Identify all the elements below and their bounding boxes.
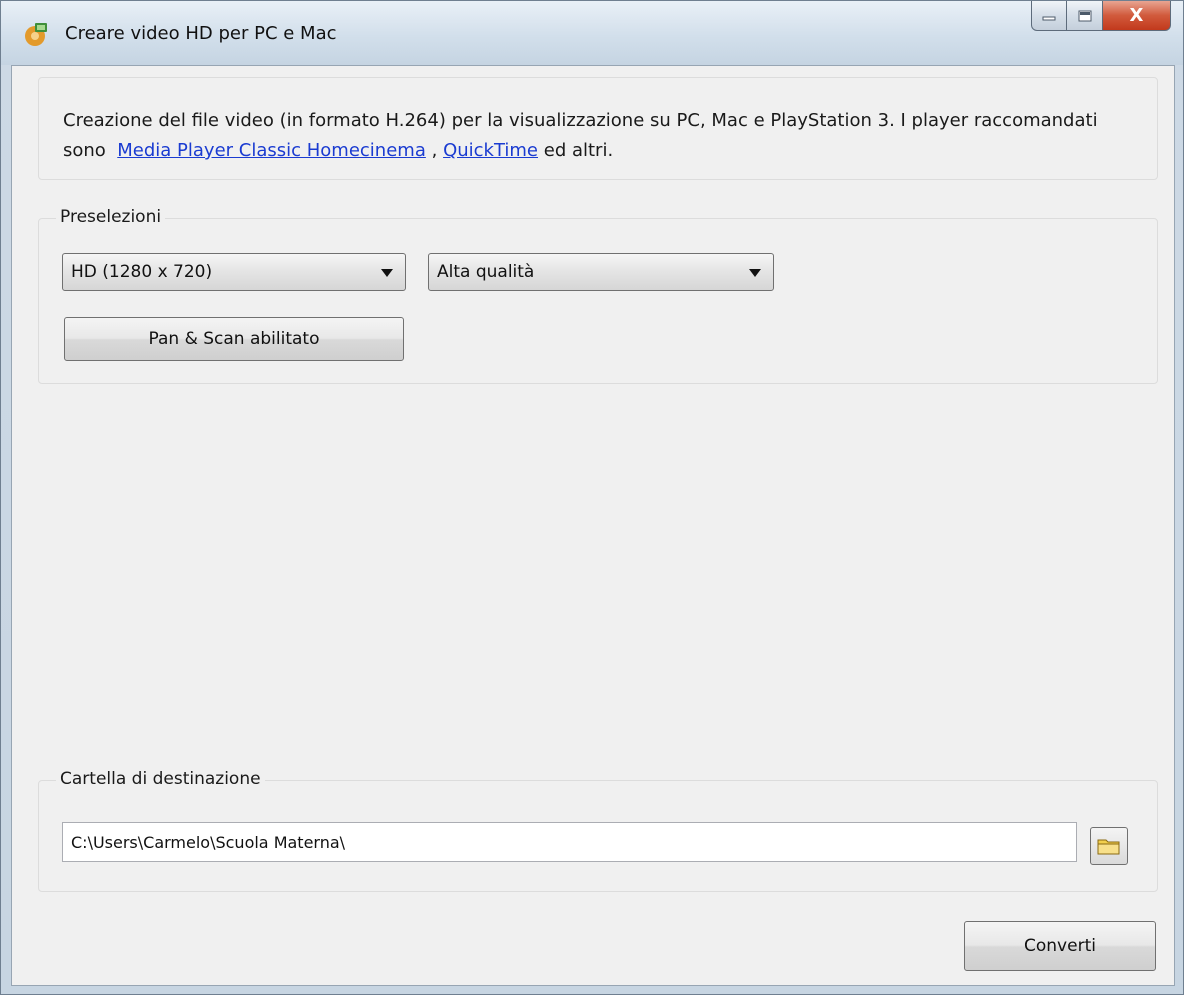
destination-group-label: Cartella di destinazione bbox=[56, 769, 265, 789]
description-separator: , bbox=[431, 140, 438, 161]
maximize-button[interactable] bbox=[1067, 1, 1103, 31]
resolution-select[interactable]: HD (1280 x 720) bbox=[62, 253, 406, 291]
convert-button[interactable]: Converti bbox=[964, 921, 1156, 971]
description-panel: Creazione del file video (in formato H.2… bbox=[38, 77, 1158, 180]
minimize-icon bbox=[1042, 16, 1056, 20]
app-icon bbox=[25, 23, 47, 46]
resolution-select-value: HD (1280 x 720) bbox=[71, 262, 213, 282]
maximize-icon bbox=[1078, 10, 1091, 21]
chevron-down-icon bbox=[749, 269, 761, 277]
destination-path-input[interactable]: C:\Users\Carmelo\Scuola Materna\ bbox=[62, 822, 1077, 862]
folder-icon bbox=[1097, 839, 1120, 855]
browse-folder-button[interactable] bbox=[1090, 827, 1128, 865]
description-tail: ed altri. bbox=[543, 140, 614, 161]
title-bar[interactable]: Creare video HD per PC e Mac X bbox=[1, 1, 1183, 65]
chevron-down-icon bbox=[381, 269, 393, 277]
dialog-body: Creazione del file video (in formato H.2… bbox=[11, 65, 1175, 986]
pan-scan-toggle-button[interactable]: Pan & Scan abilitato bbox=[64, 317, 404, 361]
minimize-button[interactable] bbox=[1031, 1, 1067, 31]
window-title: Creare video HD per PC e Mac bbox=[65, 23, 337, 44]
link-quicktime[interactable]: QuickTime bbox=[443, 140, 538, 161]
close-button[interactable]: X bbox=[1103, 1, 1171, 31]
window-controls: X bbox=[1031, 1, 1171, 33]
quality-select[interactable]: Alta qualità bbox=[428, 253, 774, 291]
link-media-player-classic[interactable]: Media Player Classic Homecinema bbox=[117, 140, 426, 161]
close-icon: X bbox=[1129, 5, 1144, 26]
description-text: Creazione del file video (in formato H.2… bbox=[63, 106, 1143, 166]
presets-group-label: Preselezioni bbox=[56, 207, 166, 227]
quality-select-value: Alta qualità bbox=[437, 262, 535, 282]
app-window: Creare video HD per PC e Mac X Creazione… bbox=[0, 0, 1184, 995]
